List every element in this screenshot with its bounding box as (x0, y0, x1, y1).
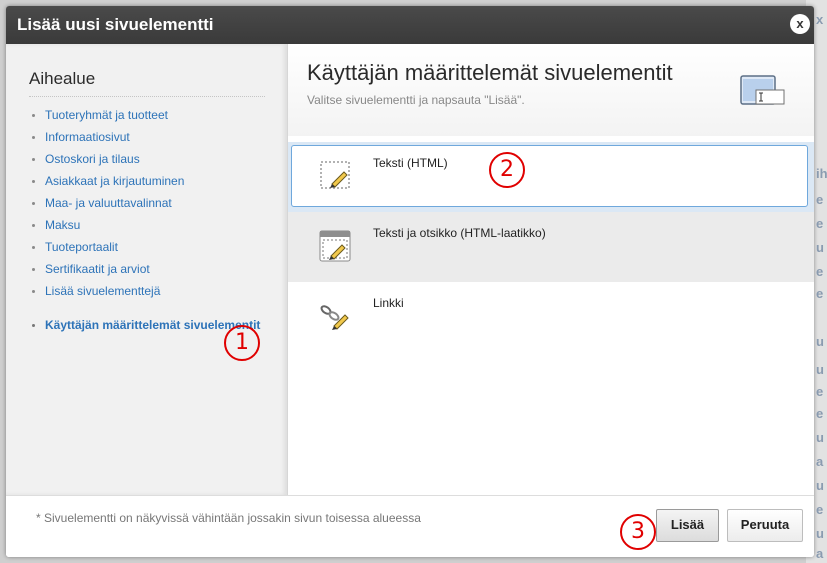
sidebar-item-tuoteportaalit[interactable]: Tuoteportaalit (29, 236, 260, 258)
sidebar-item-informaatiosivut[interactable]: Informaatiosivut (29, 126, 260, 148)
sidebar-item-label: Ostoskori ja tilaus (45, 152, 140, 166)
page-title: Käyttäjän määrittelemät sivuelementit (307, 60, 673, 85)
sidebar-divider (29, 96, 265, 97)
dialog-footer: * Sivuelementti on näkyvissä vähintään j… (6, 495, 814, 557)
background-text: e (816, 192, 824, 207)
sidebar-item-maa-valuutta[interactable]: Maa- ja valuuttavalinnat (29, 192, 260, 214)
chain-pencil-icon (320, 305, 349, 330)
background-text: e (816, 216, 824, 231)
background-text: e (816, 384, 824, 399)
background-text: u (816, 240, 824, 255)
background-text: u (816, 478, 824, 493)
element-label: Teksti ja otsikko (HTML-laatikko) (373, 226, 546, 240)
background-text: e (816, 406, 824, 421)
sidebar-item-label: Tuoteportaalit (45, 240, 118, 254)
bullet-icon (32, 246, 35, 249)
sidebar-item-label: Informaatiosivut (45, 130, 130, 144)
background-text: x (816, 12, 824, 27)
add-element-dialog: Lisää uusi sivuelementti x Aihealue Tuot… (6, 6, 814, 557)
sidebar-item-asiakkaat[interactable]: Asiakkaat ja kirjautuminen (29, 170, 260, 192)
pencil-box-icon (320, 161, 350, 189)
background-text: u (816, 526, 824, 541)
sidebar-item-tuoteryhmat[interactable]: Tuoteryhmät ja tuotteet (29, 104, 260, 126)
background-text: u (816, 334, 824, 349)
bullet-icon (32, 180, 35, 183)
background-text: e (816, 264, 824, 279)
pencil-window-icon (319, 230, 351, 262)
bullet-icon (32, 114, 35, 117)
sidebar: Aihealue Tuoteryhmät ja tuotteet Informa… (6, 44, 288, 495)
bullet-icon (32, 324, 35, 327)
sidebar-title: Aihealue (29, 69, 96, 88)
element-option-teksti-html[interactable]: Teksti (HTML) (288, 142, 814, 212)
selection-highlight (291, 145, 808, 207)
bullet-icon (32, 136, 35, 139)
sidebar-item-maksu[interactable]: Maksu (29, 214, 260, 236)
cancel-button[interactable]: Peruuta (727, 509, 803, 542)
bullet-icon (32, 268, 35, 271)
bullet-icon (32, 158, 35, 161)
element-option-teksti-otsikko[interactable]: Teksti ja otsikko (HTML-laatikko) (288, 212, 814, 282)
bullet-icon (32, 290, 35, 293)
background-text: ih (816, 166, 827, 181)
background-text: e (816, 286, 824, 301)
sidebar-item-label: Lisää sivuelementtejä (45, 284, 161, 298)
footer-note: * Sivuelementti on näkyvissä vähintään j… (36, 511, 421, 525)
element-list: Teksti (HTML) Teksti ja otsikko (HTML-la… (288, 142, 814, 352)
page-subtitle: Valitse sivuelementti ja napsauta "Lisää… (307, 93, 525, 107)
sidebar-item-label: Asiakkaat ja kirjautuminen (45, 174, 185, 188)
sidebar-item-label: Tuoteryhmät ja tuotteet (45, 108, 168, 122)
window-text-field-icon (740, 75, 785, 105)
background-text: a (816, 546, 824, 561)
dialog-titlebar: Lisää uusi sivuelementti x (6, 6, 814, 44)
add-button[interactable]: Lisää (656, 509, 719, 542)
sidebar-list: Tuoteryhmät ja tuotteet Informaatiosivut… (29, 104, 260, 336)
element-option-linkki[interactable]: Linkki (288, 282, 814, 352)
sidebar-item-sertifikaatit[interactable]: Sertifikaatit ja arviot (29, 258, 260, 280)
main-header: Käyttäjän määrittelemät sivuelementit Va… (288, 44, 814, 136)
bullet-icon (32, 224, 35, 227)
sidebar-item-lisaa[interactable]: Lisää sivuelementtejä (29, 280, 260, 302)
close-icon[interactable]: x (790, 14, 810, 34)
background-text: u (816, 362, 824, 377)
sidebar-item-ostoskori[interactable]: Ostoskori ja tilaus (29, 148, 260, 170)
sidebar-item-label: Sertifikaatit ja arviot (45, 262, 150, 276)
sidebar-item-label: Maksu (45, 218, 81, 232)
annotation-marker-3: 3 (620, 514, 656, 550)
dialog-title: Lisää uusi sivuelementti (17, 15, 214, 34)
main-panel: Käyttäjän määrittelemät sivuelementit Va… (288, 44, 814, 495)
background-text: a (816, 454, 824, 469)
annotation-marker-1: 1 (224, 325, 260, 361)
background-text: u (816, 430, 824, 445)
element-label: Linkki (373, 296, 404, 310)
background-text: e (816, 502, 824, 517)
element-label: Teksti (HTML) (373, 156, 448, 170)
annotation-marker-2: 2 (489, 152, 525, 188)
bullet-icon (32, 202, 35, 205)
sidebar-item-label: Maa- ja valuuttavalinnat (45, 196, 172, 210)
